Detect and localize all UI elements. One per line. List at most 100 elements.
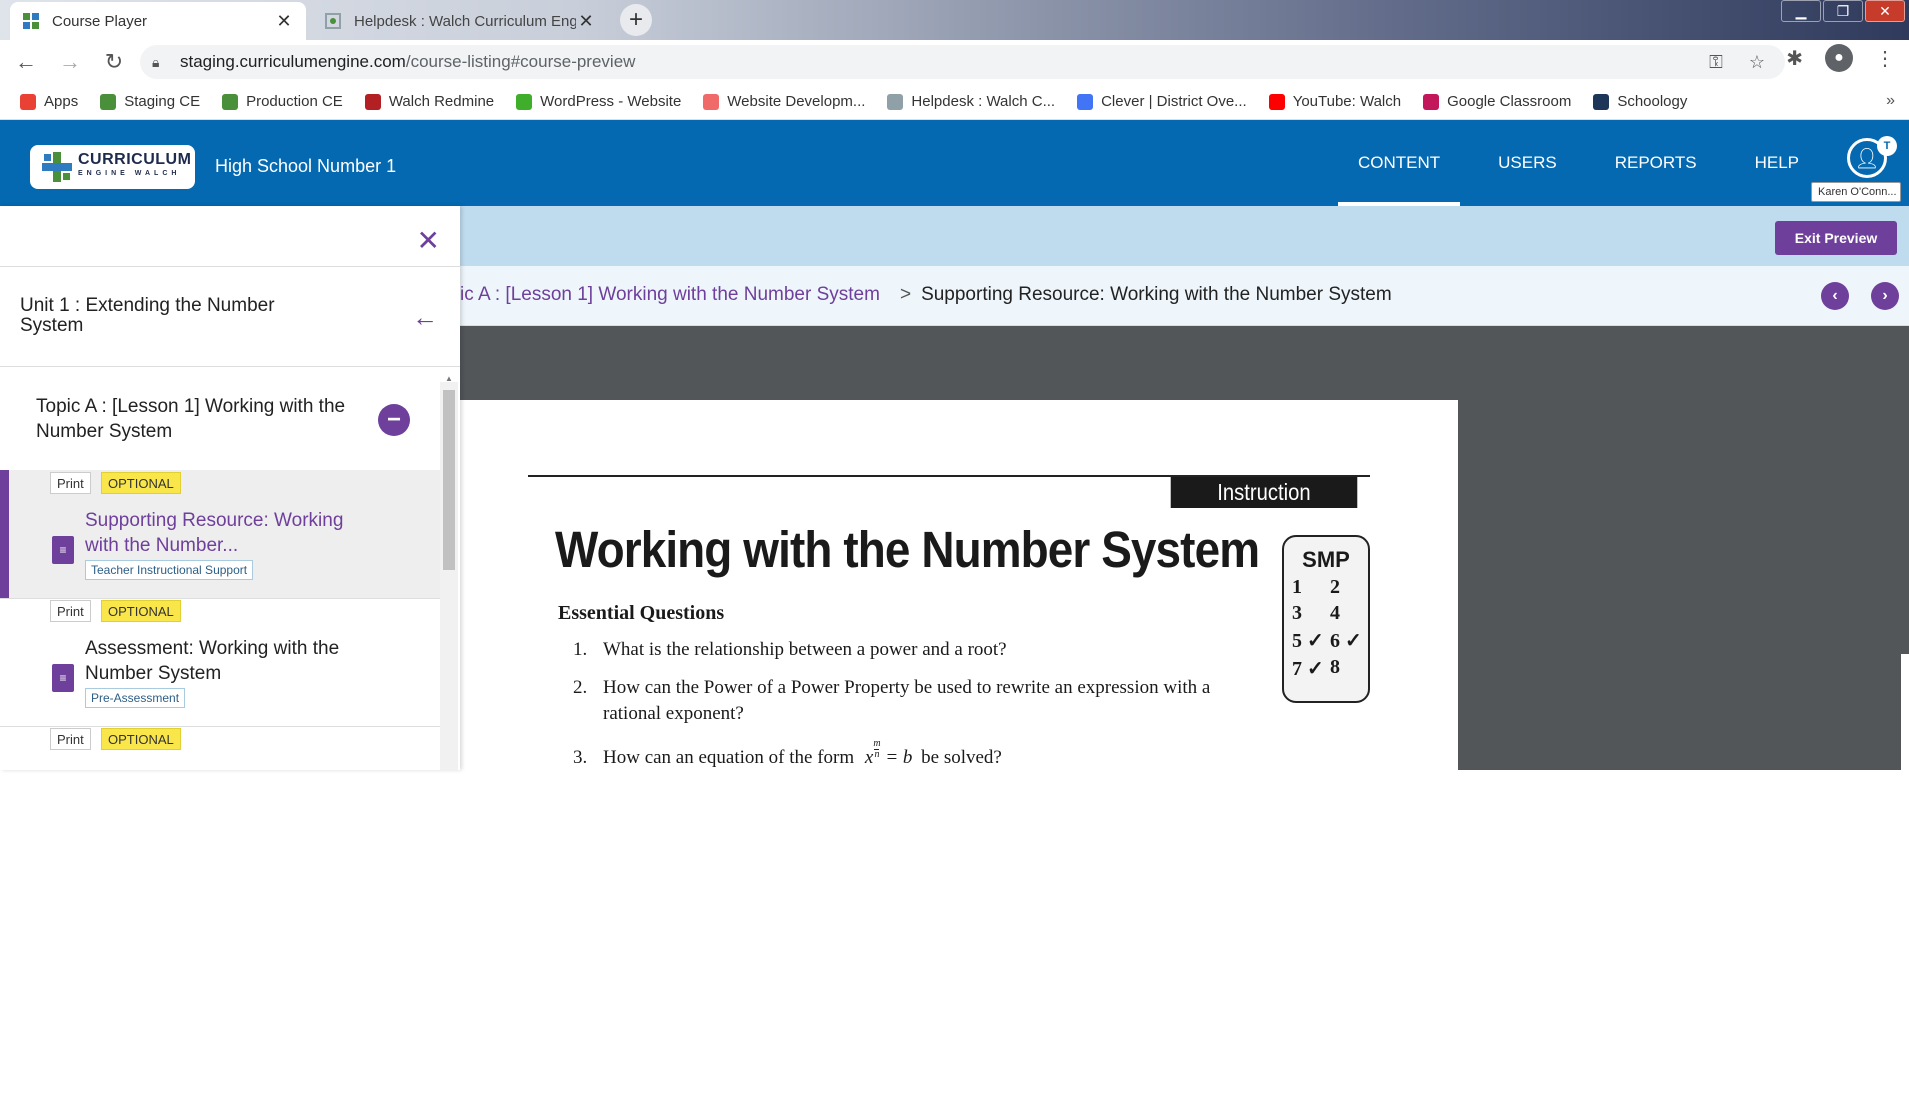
question-2: 2. How can the Power of a Power Property … bbox=[573, 677, 1211, 698]
minimize-icon[interactable]: ▁ bbox=[1781, 0, 1821, 22]
bookmark-item[interactable]: Apps bbox=[20, 93, 78, 110]
close-tab-icon[interactable]: ✕ bbox=[576, 11, 596, 32]
new-tab-button[interactable]: + bbox=[620, 4, 652, 36]
asana-icon bbox=[703, 93, 720, 110]
star-icon[interactable]: ☆ bbox=[1749, 52, 1765, 73]
resource-type-badge: Teacher Instructional Support bbox=[85, 560, 254, 580]
sidebar-scroll-thumb[interactable] bbox=[443, 390, 455, 570]
question-3: 3. How can an equation of the form xmn = … bbox=[573, 737, 1002, 768]
bookmark-label: Clever | District Ove... bbox=[1101, 93, 1247, 110]
smp-heading: SMP bbox=[1302, 547, 1350, 572]
forward-arrow-icon[interactable]: → bbox=[52, 44, 88, 80]
bookmarks-bar: Apps Staging CE Production CE Walch Redmine… bbox=[0, 84, 1909, 120]
breadcrumb-separator: > bbox=[899, 284, 912, 305]
collapse-topic-icon[interactable]: − bbox=[378, 404, 410, 436]
bookmark-item[interactable]: YouTube: Walch bbox=[1268, 93, 1402, 110]
smp-box: SMP 12 34 5 ✓ 6 ✓ 7 ✓ 8 bbox=[1282, 535, 1370, 703]
app-header: CURRICULUM ENGINE WALCH High School Numbe… bbox=[0, 120, 1909, 206]
document-page: Instruction Working with the Number Syst… bbox=[455, 400, 1458, 800]
bookmark-item[interactable]: Walch Redmine bbox=[364, 93, 495, 110]
resource-item-supporting[interactable]: Print OPTIONAL ≡ Supporting Resource: Wo… bbox=[0, 470, 440, 598]
helpdesk-icon bbox=[324, 12, 342, 30]
optional-badge: OPTIONAL bbox=[101, 600, 181, 622]
menu-kebab-icon[interactable]: ⋮ bbox=[1875, 46, 1895, 71]
bookmark-item[interactable]: Clever | District Ove... bbox=[1077, 93, 1247, 110]
previous-resource-icon[interactable]: ‹ bbox=[1821, 282, 1849, 310]
bookmark-item[interactable]: Schoology bbox=[1593, 93, 1687, 110]
url-path: /course-listing#course-preview bbox=[405, 52, 636, 71]
resource-title: Assessment: Working with the Number Syst… bbox=[85, 638, 340, 684]
nav-reports[interactable]: REPORTS bbox=[1615, 120, 1697, 206]
topic-title[interactable]: Topic A : [Lesson 1] Working with the Nu… bbox=[36, 394, 366, 444]
document-icon: ≡ bbox=[52, 536, 74, 564]
close-sidebar-icon[interactable]: ✕ bbox=[417, 224, 440, 257]
resource-item-assessment[interactable]: Print OPTIONAL ≡ Assessment: Working wit… bbox=[0, 598, 440, 726]
bookmark-item[interactable]: Website Developm... bbox=[703, 93, 865, 110]
window-controls: ▁ ❐ ✕ bbox=[1781, 0, 1905, 22]
next-resource-icon[interactable]: › bbox=[1871, 282, 1899, 310]
restore-icon[interactable]: ❐ bbox=[1823, 0, 1863, 22]
back-arrow-icon[interactable]: ← bbox=[8, 44, 44, 80]
exit-preview-button[interactable]: Exit Preview bbox=[1775, 221, 1897, 255]
bookmark-label: Walch Redmine bbox=[388, 93, 495, 110]
clever-icon bbox=[1077, 93, 1094, 110]
essential-questions-heading: Essential Questions bbox=[558, 602, 725, 624]
smp-row: 5 ✓ 6 ✓ bbox=[1292, 630, 1362, 652]
print-tag[interactable]: Print bbox=[50, 600, 91, 622]
profile-icon[interactable]: ● bbox=[1825, 44, 1853, 72]
optional-badge: OPTIONAL bbox=[101, 472, 181, 494]
print-tag[interactable]: Print bbox=[50, 728, 91, 750]
tab-helpdesk[interactable]: Helpdesk : Walch Curriculum Eng ✕ bbox=[312, 2, 608, 40]
logo-mark-icon bbox=[42, 152, 72, 182]
curriculum-engine-icon bbox=[100, 93, 117, 110]
bookmark-label: Production CE bbox=[246, 93, 343, 110]
breadcrumb-topic-link[interactable]: ic A : [Lesson 1] Working with the Numbe… bbox=[460, 284, 880, 305]
bookmark-item[interactable]: Production CE bbox=[222, 93, 343, 110]
user-name-label: Karen O'Conn... bbox=[1811, 182, 1901, 202]
smp-row: 12 bbox=[1292, 576, 1340, 598]
classroom-icon bbox=[1423, 93, 1440, 110]
smp-row: 34 bbox=[1292, 602, 1340, 624]
print-tag[interactable]: Print bbox=[50, 472, 91, 494]
extensions-icon[interactable]: ✱ bbox=[1786, 46, 1803, 71]
main-nav: CONTENT USERS REPORTS HELP bbox=[1337, 120, 1799, 206]
bookmark-item[interactable]: WordPress - Website bbox=[516, 93, 681, 110]
bookmark-label: Helpdesk : Walch C... bbox=[911, 93, 1056, 110]
reload-icon[interactable]: ↻ bbox=[96, 44, 132, 80]
wordpress-icon bbox=[516, 93, 533, 110]
unit-title: Unit 1 : Extending the Number System bbox=[20, 295, 275, 336]
resource-item-next[interactable]: Print OPTIONAL bbox=[0, 726, 440, 770]
question-1: 1. What is the relationship between a pow… bbox=[573, 639, 1007, 660]
nav-users[interactable]: USERS bbox=[1498, 120, 1557, 206]
document-title: Working with the Number System bbox=[555, 521, 1260, 578]
optional-badge: OPTIONAL bbox=[101, 728, 181, 750]
browser-toolbar: ← → ↻ 🔒︎ staging.curriculumengine.com/co… bbox=[0, 40, 1909, 84]
bookmark-label: WordPress - Website bbox=[540, 93, 682, 110]
viewer-scrollbar[interactable] bbox=[1901, 654, 1909, 1096]
resource-title: Supporting Resource: Working with the Nu… bbox=[85, 510, 344, 556]
document-icon: ≡ bbox=[52, 664, 74, 692]
bookmark-item[interactable]: Staging CE bbox=[100, 93, 200, 110]
tab-title: Course Player bbox=[52, 12, 148, 30]
course-sidebar: ✕ Unit 1 : Extending the Number System ←… bbox=[0, 206, 460, 770]
curriculum-engine-logo[interactable]: CURRICULUM ENGINE WALCH bbox=[30, 145, 195, 189]
key-icon[interactable]: ⚿ bbox=[1709, 52, 1723, 73]
bookmarks-more-icon[interactable]: » bbox=[1886, 92, 1895, 110]
bookmark-label: Staging CE bbox=[124, 93, 201, 110]
helpdesk-icon bbox=[887, 93, 904, 110]
resource-type-badge: Pre-Assessment bbox=[85, 688, 186, 708]
close-tab-icon[interactable]: ✕ bbox=[274, 11, 294, 32]
bookmark-item[interactable]: Helpdesk : Walch C... bbox=[887, 93, 1055, 110]
nav-content[interactable]: CONTENT bbox=[1337, 120, 1461, 206]
bookmark-label: Apps bbox=[44, 93, 79, 110]
window-close-icon[interactable]: ✕ bbox=[1865, 0, 1905, 22]
bookmark-item[interactable]: Google Classroom bbox=[1423, 93, 1571, 110]
tab-title: Helpdesk : Walch Curriculum Eng bbox=[354, 12, 576, 30]
redmine-icon bbox=[364, 93, 381, 110]
tab-course-player[interactable]: Course Player ✕ bbox=[10, 2, 306, 40]
address-bar[interactable]: 🔒︎ staging.curriculumengine.com/course-l… bbox=[140, 45, 1785, 79]
back-arrow-icon[interactable]: ← bbox=[412, 302, 438, 333]
bookmark-label: YouTube: Walch bbox=[1292, 93, 1402, 110]
nav-help[interactable]: HELP bbox=[1755, 120, 1799, 206]
schoology-icon bbox=[1593, 93, 1610, 110]
